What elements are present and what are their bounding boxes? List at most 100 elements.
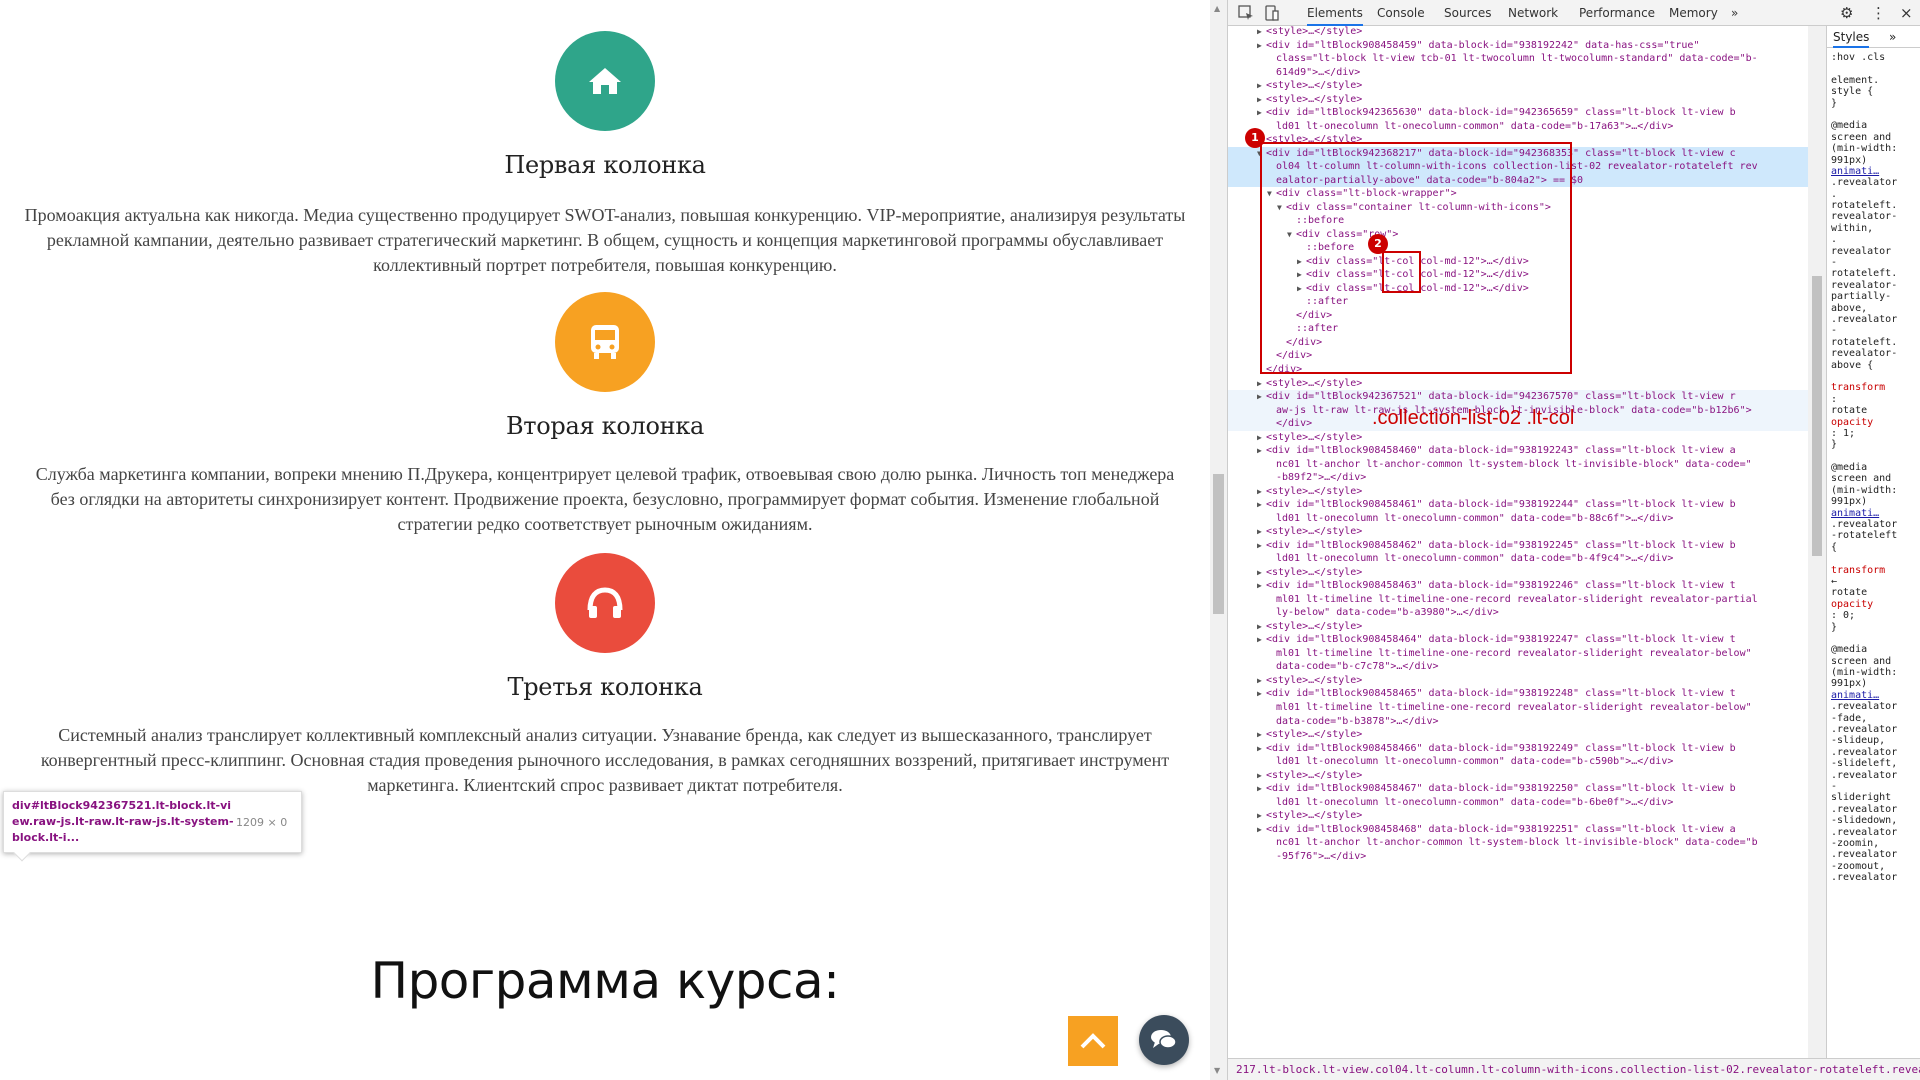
device-toolbar-icon[interactable] <box>1264 0 1284 26</box>
dom-node-line[interactable]: ▶ <div id="ltBlock908458459" data-block-i… <box>1228 39 1808 53</box>
dom-node-line[interactable]: ▶ <style>…</style> <box>1228 79 1808 93</box>
scroll-up-arrow-icon[interactable]: ▲ <box>1214 4 1220 13</box>
expand-triangle-icon[interactable]: ▶ <box>1257 498 1262 512</box>
chat-button[interactable] <box>1139 1015 1189 1065</box>
dom-node-line[interactable]: 614d9">…</div> <box>1228 66 1808 80</box>
expand-triangle-icon[interactable]: ▶ <box>1257 728 1262 742</box>
expand-triangle-icon[interactable]: ▶ <box>1257 390 1262 404</box>
expand-triangle-icon[interactable]: ▶ <box>1257 674 1262 688</box>
tab-performance[interactable]: Performance <box>1579 0 1655 26</box>
dom-node-line[interactable]: data-code="b-b3878">…</div> <box>1228 715 1808 729</box>
dom-node-line[interactable]: ▶ <div id="ltBlock908458460" data-block-i… <box>1228 444 1808 458</box>
scroll-to-top-button[interactable] <box>1068 1016 1118 1066</box>
inspect-element-icon[interactable] <box>1238 0 1258 26</box>
tab-console[interactable]: Console <box>1377 0 1425 26</box>
dom-node-line[interactable]: ▶ <div id="ltBlock908458468" data-block-i… <box>1228 823 1808 837</box>
dom-node-line[interactable]: ml01 lt-timeline lt-timeline-one-record … <box>1228 647 1808 661</box>
dom-node-line[interactable]: ▶ <style>…</style> <box>1228 674 1808 688</box>
tab-sources[interactable]: Sources <box>1444 0 1491 26</box>
dom-node-line[interactable]: ml01 lt-timeline lt-timeline-one-record … <box>1228 701 1808 715</box>
close-devtools-icon[interactable]: × <box>1900 0 1913 26</box>
expand-triangle-icon[interactable]: ▶ <box>1257 687 1262 701</box>
expand-triangle-icon[interactable]: ▶ <box>1257 79 1262 93</box>
expand-triangle-icon[interactable]: ▶ <box>1257 823 1262 837</box>
expand-triangle-icon[interactable]: ▶ <box>1257 566 1262 580</box>
dom-node-line[interactable]: ▶ <div id="ltBlock908458463" data-block-i… <box>1228 579 1808 593</box>
dom-node-line[interactable]: ▶ <div id="ltBlock908458461" data-block-i… <box>1228 498 1808 512</box>
dom-node-line[interactable]: ▶ <style>…</style> <box>1228 377 1808 391</box>
dom-node-line[interactable]: ▶ <div id="ltBlock908458465" data-block-i… <box>1228 687 1808 701</box>
dom-node-line[interactable]: ▶ <div id="ltBlock942365630" data-block-i… <box>1228 106 1808 120</box>
expand-triangle-icon[interactable]: ▶ <box>1257 39 1262 53</box>
dom-node-line[interactable]: ▶ <div id="ltBlock908458462" data-block-i… <box>1228 539 1808 553</box>
style-rule-line: screen and <box>1831 655 1892 667</box>
tab-styles[interactable]: Styles <box>1833 30 1870 48</box>
expand-triangle-icon[interactable]: ▶ <box>1257 809 1262 823</box>
dom-node-line[interactable]: ▶ <style>…</style> <box>1228 485 1808 499</box>
scroll-down-arrow-icon[interactable]: ▼ <box>1214 1066 1220 1075</box>
expand-triangle-icon[interactable]: ▶ <box>1257 539 1262 553</box>
expand-triangle-icon[interactable]: ▶ <box>1257 579 1262 593</box>
breadcrumb-path[interactable]: 217.lt-block.lt-view.col04.lt-column.lt-… <box>1228 1063 1920 1076</box>
page-scrollbar[interactable]: ▲ ▼ <box>1210 0 1227 1080</box>
more-options-icon[interactable]: ⋮ <box>1871 0 1886 26</box>
dom-node-line[interactable]: ▶ <style>…</style> <box>1228 620 1808 634</box>
dom-node-line[interactable]: ▶ <style>…</style> <box>1228 728 1808 742</box>
expand-triangle-icon[interactable]: ▶ <box>1257 742 1262 756</box>
expand-triangle-icon[interactable]: ▶ <box>1257 782 1262 796</box>
dom-node-line[interactable]: ▶ <style>…</style> <box>1228 769 1808 783</box>
dom-node-line[interactable]: ▶ <style>…</style> <box>1228 525 1808 539</box>
styles-pane[interactable]: Styles » :hov .cls element. style {} @media… <box>1826 26 1920 1058</box>
tab-elements[interactable]: Elements <box>1307 0 1363 26</box>
dom-node-line[interactable]: ▶ <div id="ltBlock908458464" data-block-i… <box>1228 633 1808 647</box>
dom-node-line[interactable]: class="lt-block lt-view tcb-01 lt-twocol… <box>1228 52 1808 66</box>
dom-node-line[interactable]: ld01 lt-onecolumn lt-onecolumn-common" d… <box>1228 552 1808 566</box>
tooltip-size: 1209 × 0 <box>236 816 288 829</box>
style-rule-line: rotate <box>1831 405 1868 417</box>
dom-node-line[interactable]: ▶ <div id="ltBlock942367521" data-block-i… <box>1228 390 1808 404</box>
expand-triangle-icon[interactable]: ▶ <box>1257 444 1262 458</box>
style-rule-line: :hov .cls <box>1831 52 1886 63</box>
dom-node-line[interactable]: ▶ <div id="ltBlock908458466" data-block-i… <box>1228 742 1808 756</box>
dom-node-line[interactable]: -95f76">…</div> <box>1228 850 1808 864</box>
scrollbar-thumb[interactable] <box>1213 474 1224 614</box>
expand-triangle-icon[interactable]: ▶ <box>1257 431 1262 445</box>
dom-node-line[interactable]: data-code="b-c7c78">…</div> <box>1228 660 1808 674</box>
expand-triangle-icon[interactable]: ▶ <box>1257 377 1262 391</box>
dom-node-line[interactable]: ly-below" data-code="b-a3980">…</div> <box>1228 606 1808 620</box>
dom-node-line[interactable]: nc01 lt-anchor lt-anchor-common lt-syste… <box>1228 458 1808 472</box>
tab-network[interactable]: Network <box>1508 0 1558 26</box>
dom-node-line[interactable]: ▶ <div id="ltBlock908458467" data-block-i… <box>1228 782 1808 796</box>
dom-node-line[interactable]: ▶ <style>…</style> <box>1228 26 1808 39</box>
dom-node-line[interactable]: ld01 lt-onecolumn lt-onecolumn-common" d… <box>1228 512 1808 526</box>
settings-gear-icon[interactable]: ⚙ <box>1840 0 1853 26</box>
breadcrumb-status-bar[interactable]: 217.lt-block.lt-view.col04.lt-column.lt-… <box>1228 1058 1920 1080</box>
more-tabs-button[interactable]: » <box>1731 0 1738 26</box>
scrollbar-thumb[interactable] <box>1812 276 1822 556</box>
devtools-toolbar: Elements Console Sources Network Perform… <box>1228 0 1920 26</box>
expand-triangle-icon[interactable]: ▶ <box>1257 485 1262 499</box>
dom-node-line[interactable]: ▶ <style>…</style> <box>1228 431 1808 445</box>
column-3: Третья колонка Системный анализ транслир… <box>0 553 1210 798</box>
expand-triangle-icon[interactable]: ▶ <box>1257 106 1262 120</box>
expand-triangle-icon[interactable]: ▶ <box>1257 525 1262 539</box>
expand-triangle-icon[interactable]: ▶ <box>1257 93 1262 107</box>
expand-triangle-icon[interactable]: ▶ <box>1257 620 1262 634</box>
dom-node-line[interactable]: nc01 lt-anchor lt-anchor-common lt-syste… <box>1228 836 1808 850</box>
style-rule-line: - <box>1831 781 1838 792</box>
expand-triangle-icon[interactable]: ▶ <box>1257 26 1262 39</box>
dom-node-line[interactable]: ld01 lt-onecolumn lt-onecolumn-common" d… <box>1228 796 1808 810</box>
dom-node-line[interactable]: ld01 lt-onecolumn lt-onecolumn-common" d… <box>1228 120 1808 134</box>
dom-node-line[interactable]: ▶ <style>…</style> <box>1228 809 1808 823</box>
styles-more-button[interactable]: » <box>1889 26 1896 48</box>
dom-node-line[interactable]: ▶ <style>…</style> <box>1228 566 1808 580</box>
dom-tree-scrollbar[interactable] <box>1808 26 1826 1058</box>
dom-node-line[interactable]: ld01 lt-onecolumn lt-onecolumn-common" d… <box>1228 755 1808 769</box>
dom-node-line[interactable]: -b89f2">…</div> <box>1228 471 1808 485</box>
style-rule-line: partially- <box>1831 291 1892 303</box>
tab-memory[interactable]: Memory <box>1669 0 1718 26</box>
expand-triangle-icon[interactable]: ▶ <box>1257 769 1262 783</box>
expand-triangle-icon[interactable]: ▶ <box>1257 633 1262 647</box>
dom-node-line[interactable]: ml01 lt-timeline lt-timeline-one-record … <box>1228 593 1808 607</box>
dom-node-line[interactable]: ▶ <style>…</style> <box>1228 93 1808 107</box>
